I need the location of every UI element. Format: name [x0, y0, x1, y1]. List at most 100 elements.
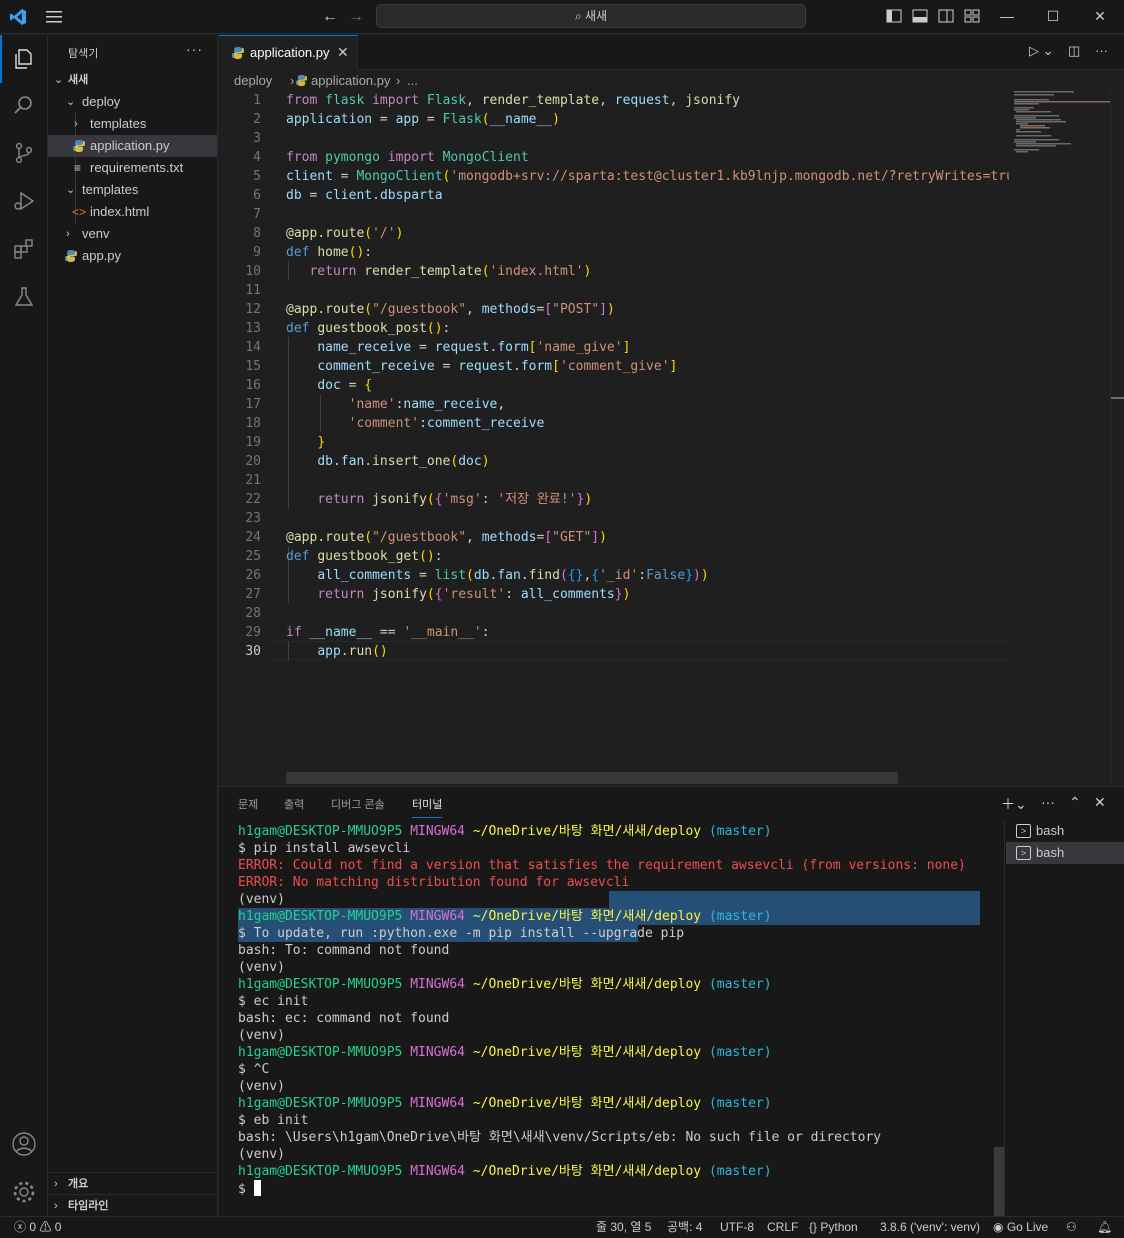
terminal-prompt-line: h1gam@DESKTOP-MMUO9P5 MINGW64 ~/OneDrive…	[238, 1164, 772, 1179]
run-debug-activity-icon[interactable]	[0, 177, 48, 225]
go-live-status[interactable]: ◉ Go Live	[993, 1217, 1048, 1238]
chevron-right-icon: ›	[290, 73, 295, 88]
settings-gear-icon[interactable]	[0, 1168, 48, 1216]
new-terminal-plus-icon[interactable]: ＋⌄	[1001, 794, 1027, 814]
source-control-activity-icon[interactable]	[0, 129, 48, 177]
chevron-down-icon: ⌄	[54, 74, 64, 86]
breadcrumb-item[interactable]: ...	[407, 70, 418, 92]
code-line: 25 def guestbook_get():	[245, 549, 443, 564]
editor-more-actions-icon[interactable]: ···	[1095, 43, 1108, 58]
maximize-window-icon[interactable]: ☐	[1030, 0, 1076, 34]
tree-folder-deploy-templates[interactable]: › templates	[48, 113, 217, 135]
tree-root-folder[interactable]: ⌄ 새새	[48, 69, 217, 91]
tree-file-application-py[interactable]: application.py	[48, 135, 217, 157]
tab-debug-console[interactable]: 디버그 콘솔	[331, 796, 385, 812]
toggle-secondary-sidebar-icon[interactable]	[938, 9, 954, 23]
terminal-line: (venv)	[238, 892, 285, 907]
back-arrow-icon[interactable]: ←	[322, 8, 338, 26]
hamburger-menu-icon[interactable]	[45, 9, 63, 25]
terminal-scrollbar[interactable]	[994, 1147, 1004, 1217]
search-label: 새새	[584, 9, 608, 23]
testing-flask-activity-icon[interactable]	[0, 273, 48, 321]
python-interpreter-status[interactable]: 3.8.6 ('venv': venv)	[880, 1217, 980, 1238]
chevron-right-icon: ›	[54, 1178, 58, 1190]
split-editor-icon[interactable]: ◫	[1068, 43, 1080, 59]
close-window-icon[interactable]: ✕	[1077, 0, 1123, 34]
extensions-activity-icon[interactable]	[0, 225, 48, 273]
editor-vertical-scrollbar[interactable]	[1110, 90, 1124, 786]
outline-section[interactable]: › 개요	[48, 1172, 217, 1194]
code-editor[interactable]: 1 from flask import Flask, render_templat…	[219, 90, 1124, 786]
terminal-line: $ ^C	[238, 1062, 270, 1077]
tab-problems[interactable]: 문제	[238, 796, 258, 812]
tab-application-py[interactable]: application.py ✕	[219, 35, 358, 70]
scroll-position-marker	[1111, 397, 1124, 399]
activity-bar	[0, 35, 48, 1216]
toggle-panel-icon[interactable]	[912, 9, 928, 23]
tree-file-requirements-txt[interactable]: ≡ requirements.txt	[48, 157, 217, 179]
eol-status[interactable]: CRLF	[767, 1217, 798, 1238]
chevron-right-icon: ›	[66, 228, 70, 240]
timeline-section[interactable]: › 타임라인	[48, 1194, 217, 1216]
python-file-icon	[65, 250, 77, 262]
terminal-instance[interactable]: > bash	[1006, 842, 1124, 864]
terminal-icon: >	[1016, 846, 1031, 860]
code-line: 5 client = MongoClient('mongodb+srv://spa…	[253, 169, 1009, 184]
feedback-person-icon[interactable]: ⚇	[1066, 1217, 1077, 1238]
tab-terminal[interactable]: 터미널	[412, 796, 443, 818]
python-file-icon	[73, 140, 85, 152]
code-line: 14 name_receive = request.form['name_giv…	[245, 340, 631, 355]
tree-file-index-html[interactable]: <> index.html	[48, 201, 217, 223]
terminal-line: $ pip install awsevcli	[238, 841, 411, 856]
minimap[interactable]	[1012, 90, 1112, 160]
chevron-down-icon: ⌄	[66, 96, 76, 108]
problems-status[interactable]: ⓧ 0 ⚠ 0	[14, 1217, 61, 1238]
code-line: 9 def home():	[253, 245, 373, 260]
search-activity-icon[interactable]	[0, 81, 48, 129]
terminal-input-line[interactable]: $	[238, 1180, 261, 1197]
tree-label: venv	[82, 226, 110, 241]
tree-label: templates	[82, 182, 139, 197]
customize-layout-icon[interactable]	[964, 9, 980, 23]
minimize-window-icon[interactable]: —	[984, 0, 1030, 34]
explorer-header: 탐색기 ···	[48, 35, 218, 69]
language-mode-status[interactable]: {} Python	[809, 1217, 858, 1238]
close-tab-icon[interactable]: ✕	[337, 44, 349, 61]
editor-horizontal-scrollbar[interactable]	[286, 772, 898, 784]
cursor-position-status[interactable]: 줄 30, 열 5	[596, 1217, 651, 1238]
command-center-search[interactable]: ⌕ 새새	[376, 4, 806, 28]
panel-more-actions-icon[interactable]: ···	[1041, 794, 1055, 810]
tab-output[interactable]: 출력	[284, 796, 304, 812]
terminal-cursor	[253, 1180, 261, 1196]
account-icon[interactable]	[0, 1120, 48, 1168]
tree-file-app-py[interactable]: app.py	[48, 245, 217, 267]
terminal-instance[interactable]: > bash	[1006, 820, 1124, 842]
tree-label: deploy	[82, 94, 121, 109]
encoding-status[interactable]: UTF-8	[720, 1217, 754, 1238]
explorer-more-actions-icon[interactable]: ···	[186, 41, 203, 57]
run-python-file-icon[interactable]: ▷ ⌄	[1029, 43, 1054, 59]
python-file-icon	[295, 74, 308, 87]
terminal-output[interactable]: h1gam@DESKTOP-MMUO9P5 MINGW64 ~/OneDrive…	[219, 823, 1004, 1213]
indentation-status[interactable]: 공백: 4	[667, 1217, 702, 1238]
tree-folder-templates[interactable]: ⌄ templates	[48, 179, 217, 201]
close-panel-icon[interactable]: ✕	[1094, 794, 1106, 811]
maximize-panel-chevron-up-icon[interactable]: ⌃	[1069, 794, 1081, 811]
tree-folder-venv[interactable]: › venv	[48, 223, 217, 245]
explorer-activity-icon[interactable]	[0, 35, 48, 83]
outline-label: 개요	[68, 1178, 89, 1190]
code-line: 28	[245, 606, 261, 621]
terminal-line: bash: To: command not found	[238, 943, 450, 958]
toggle-primary-sidebar-icon[interactable]	[886, 9, 902, 23]
notifications-bell-icon[interactable]: 🔔︎	[1097, 1217, 1112, 1238]
breadcrumb-item[interactable]: deploy	[234, 70, 272, 92]
tree-folder-deploy[interactable]: ⌄ deploy	[48, 91, 217, 113]
code-line: 21	[245, 473, 261, 488]
breadcrumb-item[interactable]: application.py	[311, 70, 391, 92]
chevron-right-icon: ›	[54, 1200, 58, 1212]
explorer-title: 탐색기	[68, 48, 99, 60]
terminal-list: > bash > bash	[1004, 819, 1124, 1215]
forward-arrow-icon[interactable]: →	[348, 8, 364, 26]
chevron-right-icon: ›	[74, 118, 78, 130]
code-line: 1 from flask import Flask, render_templat…	[253, 93, 741, 108]
